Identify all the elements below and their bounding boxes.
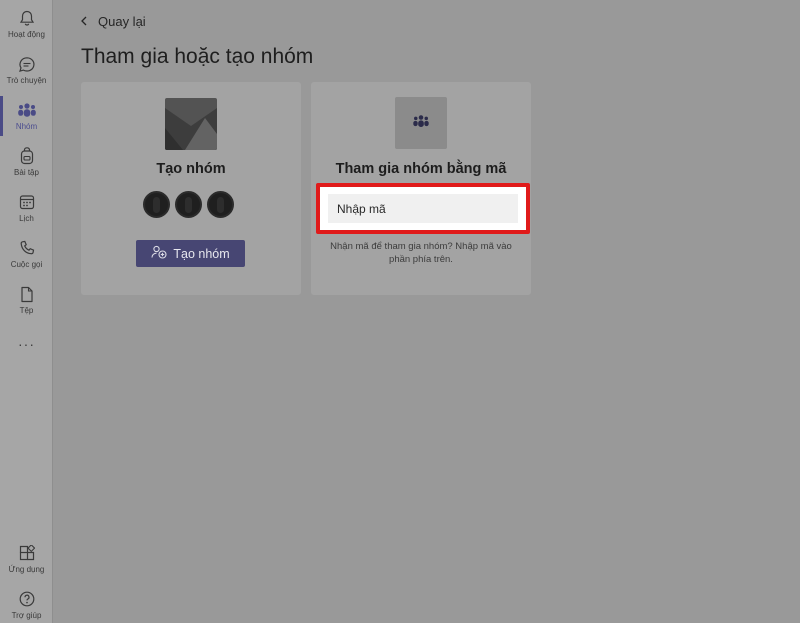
create-team-button[interactable]: Tạo nhóm [136,240,245,267]
rail-label: Nhóm [15,122,38,131]
chat-icon [17,54,37,74]
rail-label: Trợ giúp [11,611,42,620]
rail-item-files[interactable]: Tệp [0,284,53,330]
chevron-left-icon [80,14,88,29]
rail-label: Cuộc gọi [10,260,43,269]
rail-label: Tệp [19,306,34,315]
teams-icon [17,100,37,120]
bell-icon [17,8,37,28]
rail-item-apps[interactable]: Ứng dụng [0,543,53,589]
phone-icon [17,238,37,258]
rail-label: Lịch [19,214,34,223]
page-title: Tham gia hoặc tạo nhóm [81,45,314,68]
rail-item-teams[interactable]: Nhóm [0,96,53,146]
rail-item-calls[interactable]: Cuộc gọi [0,238,53,284]
backpack-icon [17,146,37,166]
help-icon [17,589,37,609]
join-code-hint: Nhận mã để tham gia nhóm? Nhập mã vào ph… [330,241,512,265]
create-team-thumbnail [165,98,217,150]
file-icon [17,284,37,304]
app-rail: Hoạt động Trò chuyện Nhóm Bài tập Lịch C… [0,0,53,623]
create-team-card: Tạo nhóm Tạo nhóm [81,82,301,295]
rail-label: Ứng dụng [8,565,45,574]
more-apps-icon[interactable]: ··· [0,334,53,354]
avatar [175,191,202,218]
member-avatars [143,191,234,218]
rail-label: Bài tập [14,168,39,177]
back-link[interactable]: Quay lại [80,14,146,29]
teams-icon [412,114,430,133]
rail-item-help[interactable]: Trợ giúp [0,589,53,623]
rail-item-activity[interactable]: Hoạt động [0,8,53,54]
avatar [143,191,170,218]
rail-label: Trò chuyện [6,76,47,85]
create-team-button-label: Tạo nhóm [173,246,230,261]
add-people-icon [151,245,167,262]
rail-item-assignments[interactable]: Bài tập [0,146,53,192]
rail-item-chat[interactable]: Trò chuyện [0,54,53,100]
calendar-icon [17,192,37,212]
back-label: Quay lại [98,14,146,29]
join-team-title: Tham gia nhóm bằng mã [335,161,507,177]
join-code-highlight [316,183,530,234]
rail-item-calendar[interactable]: Lịch [0,192,53,238]
avatar [207,191,234,218]
join-team-thumbnail [395,97,447,149]
apps-icon [17,543,37,563]
join-code-input[interactable] [328,194,518,223]
create-team-title: Tạo nhóm [156,161,226,177]
rail-label: Hoạt động [8,30,45,39]
